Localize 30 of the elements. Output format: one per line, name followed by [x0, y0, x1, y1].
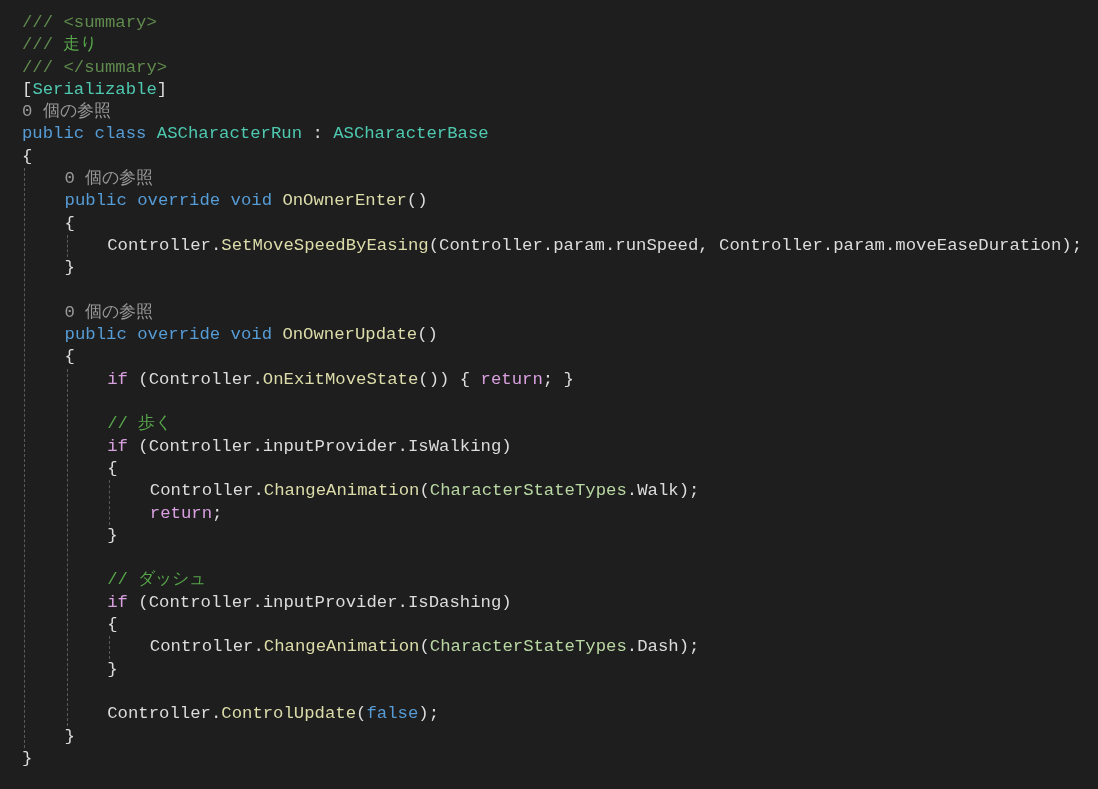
code-line: [Serializable] — [22, 78, 168, 101]
code-line: /// <summary> — [22, 12, 157, 34]
reference-count[interactable]: 0 個の参照 — [64, 301, 154, 325]
code-line: /// </summary> — [22, 56, 168, 79]
code-line: { — [64, 212, 75, 235]
code-line: } — [64, 257, 75, 280]
code-line: Controller.ChangeAnimation(CharacterStateTypes.Walk); — [149, 480, 700, 503]
reference-count[interactable]: 0 個の参照 — [64, 168, 154, 191]
reference-count[interactable]: 0 個の参照 — [22, 101, 111, 124]
code-line: public override void OnOwnerUpdate() — [64, 324, 438, 347]
code-line: Controller.ControlUpdate(false); — [107, 703, 440, 726]
code-line: // 歩く — [107, 413, 173, 436]
code-line: } — [64, 725, 75, 748]
code-line: Controller.ChangeAnimation(CharacterStateTypes.Dash); — [149, 636, 700, 659]
code-line: } — [107, 658, 118, 681]
code-line: { — [107, 457, 118, 480]
code-line: { — [64, 346, 75, 369]
code-line: } — [22, 747, 33, 770]
code-line: } — [107, 524, 118, 547]
code-line: { — [22, 145, 33, 168]
code-line: if (Controller.OnExitMoveState()) { return; } — [107, 368, 574, 391]
code-line: { — [107, 614, 118, 636]
code-line: /// 走り — [22, 34, 98, 57]
code-line: public override void OnOwnerEnter() — [64, 190, 428, 213]
code-line: if (Controller.inputProvider.IsWalking) — [107, 435, 512, 458]
code-line: Controller.SetMoveSpeedByEasing(Controller.param.runSpeed, Controller.param.moveEaseDuration); — [107, 234, 1083, 257]
code-line: return; — [149, 502, 223, 525]
code-line: if (Controller.inputProvider.IsDashing) — [107, 591, 512, 614]
code-line: // ダッシュ — [107, 569, 207, 592]
code-line: public class ASCharacterRun : ASCharacterBase — [22, 123, 489, 146]
